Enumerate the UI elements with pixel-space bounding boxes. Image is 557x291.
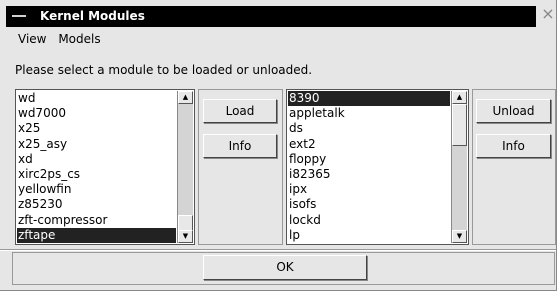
load-button[interactable]: Load [203,99,277,123]
scroll-thumb[interactable] [452,104,467,146]
list-item[interactable]: x25_asy [17,137,176,152]
close-icon[interactable]: × [540,6,556,22]
list-item[interactable]: xirc2ps_cs [17,167,176,182]
scroll-up-icon[interactable]: ▲ [178,91,193,104]
list-item[interactable]: wd7000 [17,106,176,121]
loaded-modules-items: 8390 appletalk ds ext2 floppy i82365 ipx… [288,91,450,243]
unload-button[interactable]: Unload [476,99,551,123]
list-item[interactable]: zftape [17,227,176,243]
list-item[interactable]: lp [288,228,450,243]
list-item[interactable]: i82365 [288,167,450,182]
list-item[interactable]: ipx [288,182,450,197]
list-item[interactable]: ext2 [288,137,450,152]
info-button-loaded[interactable]: Info [476,134,551,158]
scroll-thumb[interactable] [178,215,193,231]
info-button-label: Info [228,139,252,153]
list-item[interactable]: zft-compressor [17,213,176,228]
menu-view[interactable]: View [18,32,46,46]
scroll-down-icon[interactable]: ▼ [178,230,193,243]
list-item[interactable]: lockd [288,213,450,228]
ok-button-label: OK [276,260,294,274]
list-item[interactable]: xd [17,152,176,167]
kernel-modules-window: Kernel Modules × View Models Please sele… [0,0,557,291]
title-bar[interactable]: Kernel Modules [6,6,536,27]
list-item[interactable]: 8390 [288,91,450,107]
window-title: Kernel Modules [40,9,145,23]
bottom-separator [0,249,556,251]
list-item[interactable]: x25 [17,121,176,136]
scroll-up-icon[interactable]: ▲ [452,91,467,104]
list-item[interactable]: ds [288,121,450,136]
instruction-text: Please select a module to be loaded or u… [15,63,313,77]
info-button-label: Info [502,139,525,153]
window-menu-icon[interactable] [12,15,26,17]
ok-button[interactable]: OK [203,255,367,280]
list-item[interactable]: isofs [288,197,450,212]
loaded-modules-list[interactable]: 8390 appletalk ds ext2 floppy i82365 ipx… [286,89,469,245]
info-button-available[interactable]: Info [203,134,277,158]
menu-models[interactable]: Models [58,32,100,46]
list-item[interactable]: z85230 [17,197,176,212]
list-item[interactable]: appletalk [288,106,450,121]
scroll-down-icon[interactable]: ▼ [452,230,467,243]
loaded-list-scrollbar[interactable]: ▲ ▼ [451,91,467,243]
list-item[interactable]: floppy [288,152,450,167]
unload-button-label: Unload [492,104,535,118]
load-button-label: Load [225,104,255,118]
available-modules-list[interactable]: wd wd7000 x25 x25_asy xd xirc2ps_cs yell… [15,89,195,245]
menu-bar: View Models [18,32,109,48]
list-item[interactable]: wd [17,91,176,106]
list-item[interactable]: yellowfin [17,182,176,197]
available-list-scrollbar[interactable]: ▲ ▼ [177,91,193,243]
available-modules-items: wd wd7000 x25 x25_asy xd xirc2ps_cs yell… [17,91,176,243]
